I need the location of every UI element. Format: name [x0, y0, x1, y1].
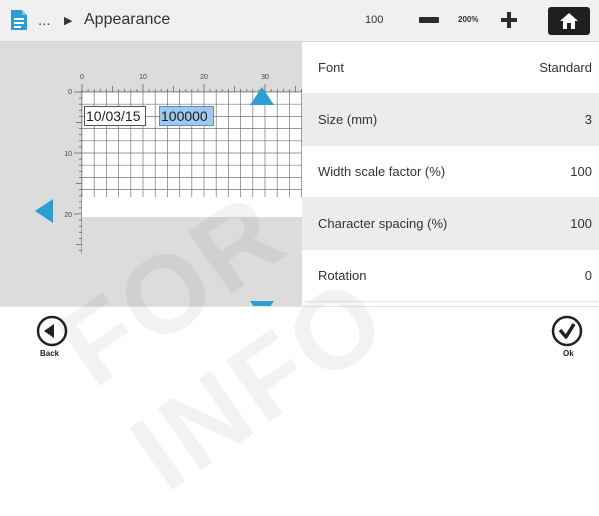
property-value: 0 [584, 268, 592, 283]
property-row-character-spacing[interactable]: Character spacing (%) 100 [302, 198, 599, 250]
zoom-out-button[interactable] [412, 6, 446, 34]
date-field[interactable]: 10/03/15 [84, 106, 146, 126]
label-preview: 0 10 20 30 0 10 20 10/03/15 100000 [0, 42, 302, 319]
ruler-left-20: 20 [64, 212, 72, 219]
zoom-level: 100 [365, 14, 384, 26]
chevron-right-icon: ▶ [64, 15, 73, 27]
home-button[interactable] [548, 7, 590, 35]
zoom-out-icon [419, 17, 439, 23]
property-value: 100 [570, 164, 592, 179]
home-icon [560, 13, 578, 29]
property-value: Standard [539, 60, 592, 75]
left-arrow-icon[interactable] [35, 199, 53, 223]
back-label: Back [40, 349, 60, 358]
ruler-top-20: 20 [200, 74, 208, 81]
ruler-top-0: 0 [80, 74, 84, 81]
property-row-size[interactable]: Size (mm) 3 [302, 94, 599, 146]
ruler-top-30: 30 [261, 74, 269, 81]
up-arrow-icon[interactable] [250, 87, 274, 105]
ruler-left-10: 10 [64, 151, 72, 158]
property-label: Font [318, 60, 345, 75]
property-row-rotation[interactable]: Rotation 0 [302, 250, 599, 302]
ruler-left-0: 0 [68, 89, 72, 96]
breadcrumb-ellipsis[interactable]: ... [38, 12, 51, 29]
counter-field-selected[interactable]: 100000 [159, 106, 214, 126]
property-value: 100 [570, 216, 592, 231]
ok-button[interactable] [551, 315, 583, 347]
top-bar: ... ▶ Appearance 100 200% [0, 0, 599, 42]
page-title: Appearance [84, 11, 171, 28]
property-list: Font Standard Size (mm) 3 Width scale fa… [302, 42, 599, 306]
property-row-width-scale[interactable]: Width scale factor (%) 100 [302, 146, 599, 198]
zoom-in-button[interactable] [494, 6, 524, 34]
zoom-max-label: 200% [458, 15, 479, 24]
property-label: Rotation [318, 268, 367, 283]
property-label: Character spacing (%) [318, 216, 448, 231]
ok-label: Ok [563, 349, 574, 358]
property-label: Size (mm) [318, 112, 378, 127]
back-button[interactable] [36, 315, 68, 347]
property-row-font[interactable]: Font Standard [302, 42, 599, 94]
bottom-bar: Back Ok [0, 306, 599, 365]
property-label: Width scale factor (%) [318, 164, 446, 179]
property-value: 3 [584, 112, 592, 127]
ruler-top-10: 10 [139, 74, 147, 81]
document-icon[interactable] [10, 9, 28, 31]
